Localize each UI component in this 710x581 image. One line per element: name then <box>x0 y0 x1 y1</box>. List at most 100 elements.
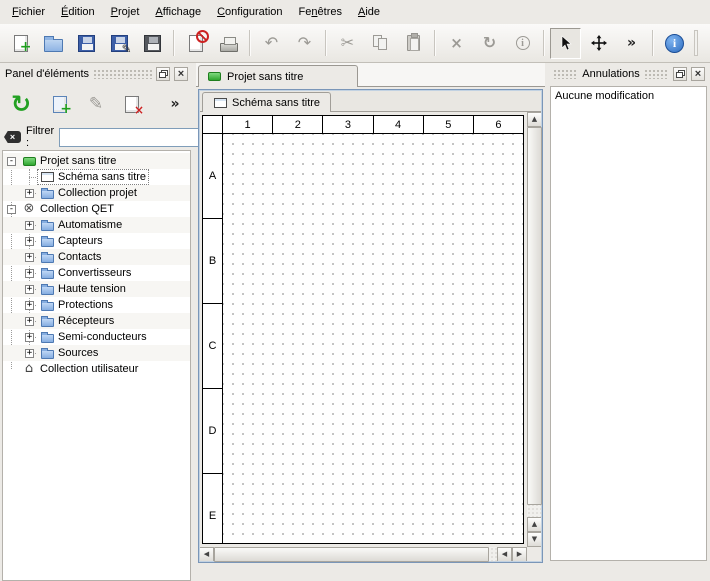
sheet-corner <box>203 116 223 134</box>
horizontal-scrollbar[interactable]: ◀ ◀ ▶ <box>199 547 527 562</box>
tree-expander-minus-icon[interactable]: - <box>7 157 16 166</box>
tree-item-sources[interactable]: + Sources <box>3 345 190 361</box>
scroll-left-button[interactable]: ◀ <box>199 547 214 562</box>
save-all-button[interactable] <box>137 28 168 59</box>
move-tool-button[interactable] <box>583 28 614 59</box>
cut-button[interactable]: ✂ <box>332 28 363 59</box>
scroll-right-button[interactable]: ▶ <box>512 547 527 562</box>
tree-item-automatisme[interactable]: +Automatisme <box>3 217 190 233</box>
tree-item-content: Haute tension <box>38 282 128 296</box>
tab-project[interactable]: Projet sans titre <box>198 65 358 87</box>
tree-item-label: Capteurs <box>58 235 103 247</box>
tree-expander-plus-icon[interactable]: + <box>25 317 34 326</box>
tree-expander-plus-icon[interactable]: + <box>25 301 34 310</box>
float-icon <box>676 70 685 78</box>
tree-item-label: Contacts <box>58 251 101 263</box>
clear-filter-button[interactable]: × <box>4 128 21 146</box>
edit-element-button[interactable]: ✎ <box>84 92 108 116</box>
vertical-scroll-track[interactable] <box>527 127 542 517</box>
elements-panel-titlebar[interactable]: Panel d'éléments × <box>3 66 190 82</box>
about-button[interactable]: i <box>659 28 690 59</box>
paste-button[interactable] <box>398 28 429 59</box>
diagram-grid[interactable] <box>223 134 523 543</box>
new-element-button[interactable]: + <box>48 92 72 116</box>
float-dock-button[interactable] <box>156 67 170 81</box>
tree-item-recepteurs[interactable]: + Récepteurs <box>3 313 190 329</box>
tree-expander-plus-icon[interactable]: + <box>25 237 34 246</box>
menu-fichier[interactable]: Fichier <box>4 2 53 22</box>
tab-schema[interactable]: Schéma sans titre <box>202 92 331 112</box>
toolbar-overflow-chevron-button[interactable]: » <box>616 28 647 59</box>
tree-item-content: Récepteurs <box>38 314 116 328</box>
tree-item-collection-qet[interactable]: -⊗Collection QET <box>3 201 190 217</box>
undo-button[interactable]: ↶ <box>256 28 287 59</box>
tree-expander-plus-icon[interactable]: + <box>25 189 34 198</box>
close-dock-button[interactable]: × <box>691 67 705 81</box>
scroll-up-button[interactable]: ▲ <box>527 112 542 127</box>
new-document-button[interactable]: + <box>5 28 36 59</box>
rotate-button[interactable]: ↻ <box>474 28 505 59</box>
scroll-down-button[interactable]: ▼ <box>527 532 542 547</box>
tree-item-haute-tension[interactable]: + Haute tension <box>3 281 190 297</box>
print-button[interactable] <box>213 28 244 59</box>
redo-button[interactable]: ↷ <box>289 28 320 59</box>
menu-affichage[interactable]: Affichage <box>147 2 209 22</box>
diagram-sheet[interactable]: 123456 ABCDE <box>202 115 524 544</box>
project-tabbar: Projet sans titre <box>196 63 545 87</box>
tree-item-convertisseurs[interactable]: +Convertisseurs <box>3 265 190 281</box>
menu-aide[interactable]: Aide <box>350 2 388 22</box>
scroll-left-button-2[interactable]: ◀ <box>497 547 512 562</box>
reload-collections-button[interactable]: ↻ <box>6 89 36 119</box>
tree-expander-minus-icon[interactable]: - <box>7 205 16 214</box>
copy-button[interactable] <box>365 28 396 59</box>
delete-element-button[interactable]: × <box>120 92 144 116</box>
tree-item-contacts[interactable]: + Contacts <box>3 249 190 265</box>
new-element-icon: + <box>48 92 72 116</box>
float-dock-button[interactable] <box>673 67 687 81</box>
scroll-up-button-2[interactable]: ▲ <box>527 517 542 532</box>
tree-expander-plus-icon[interactable]: + <box>25 349 34 358</box>
menu-edition[interactable]: Édition <box>53 2 103 22</box>
save-button[interactable] <box>71 28 102 59</box>
tree-item-capteurs[interactable]: + Capteurs <box>3 233 190 249</box>
tree-item-schema-sans-titre[interactable]: Schéma sans titre <box>3 169 190 185</box>
tree-expander-plus-icon[interactable]: + <box>25 253 34 262</box>
tree-item-collection-utilisateur[interactable]: ⌂Collection utilisateur <box>3 361 190 377</box>
tree-item-content: Sources <box>38 346 100 360</box>
close-button[interactable] <box>180 28 211 59</box>
horizontal-scroll-track[interactable] <box>214 547 497 562</box>
save-as-button[interactable]: ✎ <box>104 28 135 59</box>
horizontal-scroll-thumb[interactable] <box>214 547 489 562</box>
tree-expander-plus-icon[interactable]: + <box>25 285 34 294</box>
info-button[interactable]: i <box>507 28 538 59</box>
filter-input[interactable] <box>59 128 209 147</box>
vertical-scroll-thumb[interactable] <box>527 127 542 505</box>
open-button[interactable] <box>38 28 69 59</box>
panel-overflow-chevron-button[interactable]: » <box>163 92 187 116</box>
copy-icon <box>370 32 392 54</box>
toolbar-extension-handle[interactable] <box>694 30 698 56</box>
tree-item-semi-conducteurs[interactable]: +Semi-conducteurs <box>3 329 190 345</box>
vertical-scrollbar[interactable]: ▲ ▲ ▼ <box>527 112 542 547</box>
tree-item-projet-sans-titre[interactable]: -Projet sans titre <box>3 153 190 169</box>
project-window: Schéma sans titre 123456 ABCDE ▲ <box>198 89 543 563</box>
select-tool-button[interactable] <box>550 28 581 59</box>
menu-configuration[interactable]: Configuration <box>209 2 290 22</box>
menu-projet[interactable]: Projet <box>103 2 148 22</box>
delete-element-icon: × <box>120 92 144 116</box>
tree-item-label: Collection QET <box>40 203 114 215</box>
tree-item-protections[interactable]: +Protections <box>3 297 190 313</box>
tree-expander-plus-icon[interactable]: + <box>25 333 34 342</box>
delete-button[interactable]: × <box>441 28 472 59</box>
tree-expander-plus-icon[interactable]: + <box>25 221 34 230</box>
open-icon <box>43 32 65 54</box>
tree-item-label: Collection utilisateur <box>40 363 138 375</box>
tree-expander-plus-icon[interactable]: + <box>25 269 34 278</box>
elements-tree[interactable]: -Projet sans titreSchéma sans titre+Coll… <box>2 150 191 581</box>
menu-fenetres[interactable]: Fenêtres <box>291 2 350 22</box>
tree-item-collection-projet[interactable]: +Collection projet <box>3 185 190 201</box>
close-dock-button[interactable]: × <box>174 67 188 81</box>
undo-panel-titlebar[interactable]: Annulations × <box>551 66 707 82</box>
undo-history-list[interactable]: Aucune modification <box>550 86 707 561</box>
main-area: Panel d'éléments × ↻+✎×» × Filtrer : -Pr… <box>0 63 710 581</box>
